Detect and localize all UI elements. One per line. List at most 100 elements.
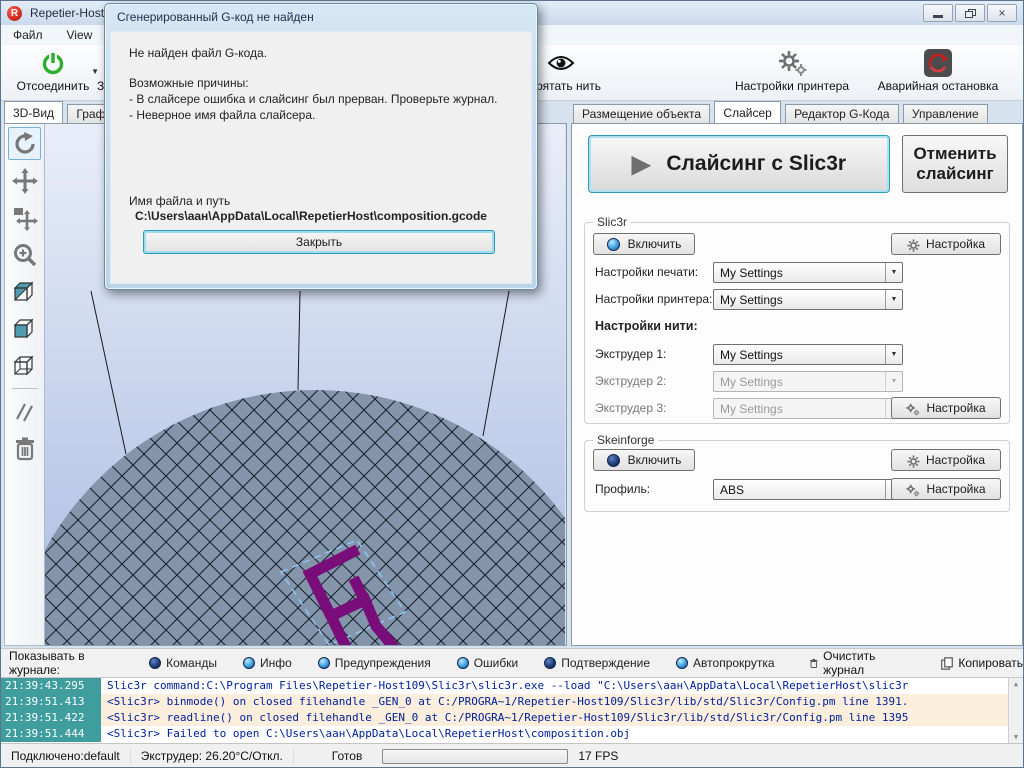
- led-icon: [149, 657, 161, 669]
- right-panel-tabs: Размещение объекта Слайсер Редактор G-Ко…: [573, 101, 989, 123]
- perspective-view-button[interactable]: [8, 349, 41, 382]
- trash-icon: [13, 436, 37, 462]
- cube-wireframe-icon: [11, 352, 39, 380]
- skeinforge-enable-button[interactable]: Включить: [593, 449, 695, 471]
- filter-acknowledge[interactable]: Подтверждение: [544, 656, 650, 670]
- tab-object-placement[interactable]: Размещение объекта: [573, 104, 710, 123]
- slic3r-filament-configure-button[interactable]: Настройка: [891, 397, 1001, 419]
- dialog-file-path: C:\Users\аан\AppData\Local\RepetierHost\…: [135, 209, 519, 223]
- dialog-close-button[interactable]: Закрыть: [143, 230, 495, 254]
- tab-gcode-editor[interactable]: Редактор G-Кода: [785, 104, 898, 123]
- log-message: <Slic3r> Failed to open C:\Users\аан\App…: [101, 726, 1023, 742]
- tool-separator: [12, 388, 38, 389]
- scroll-down-icon[interactable]: ▼: [1009, 733, 1023, 741]
- skeinforge-group: Skeinforge Включить Настройка Профиль: A…: [584, 440, 1010, 512]
- power-icon: [5, 47, 101, 79]
- filament-settings-header: Настройки нити:: [595, 319, 698, 333]
- view-tool-column: [4, 123, 45, 646]
- parallel-projection-button[interactable]: [8, 395, 41, 428]
- restore-button[interactable]: [955, 4, 985, 22]
- filter-commands[interactable]: Команды: [149, 656, 217, 670]
- log-filter-label: Показывать в журнале:: [9, 649, 123, 677]
- printer-state: Готов: [322, 748, 373, 765]
- gear-icon: [907, 239, 920, 252]
- delete-object-button[interactable]: [8, 432, 41, 465]
- skeinforge-profile-configure-button[interactable]: Настройка: [891, 478, 1001, 500]
- copy-log-button[interactable]: Копировать: [941, 656, 1023, 670]
- printer-settings-select[interactable]: My Settings▼: [713, 289, 903, 310]
- print-settings-select[interactable]: My Settings▼: [713, 262, 903, 283]
- log-timestamp: 21:39:51.422: [1, 710, 101, 726]
- log-row: 21:39:51.413 <Slic3r> binmode() on close…: [1, 694, 1023, 710]
- tab-3d-view[interactable]: 3D-Вид: [4, 101, 63, 123]
- extruder3-label: Экструдер 3:: [595, 401, 666, 415]
- zoom-button[interactable]: [8, 238, 41, 271]
- log-timestamp: 21:39:51.413: [1, 694, 101, 710]
- skeinforge-configure-button[interactable]: Настройка: [891, 449, 1001, 471]
- front-view-button[interactable]: [8, 312, 41, 345]
- chevron-down-icon: ▼: [885, 263, 902, 282]
- scroll-up-icon[interactable]: ▲: [1009, 680, 1023, 688]
- gears-icon: [727, 47, 857, 79]
- menu-view[interactable]: View: [55, 25, 105, 45]
- enable-led-icon: [607, 238, 620, 251]
- gears-icon: [906, 403, 920, 416]
- emergency-stop-button[interactable]: Аварийная остановка: [857, 47, 1019, 99]
- move-object-button[interactable]: [8, 201, 41, 234]
- dialog-reason-1: - В слайсере ошибка и слайсинг был прерв…: [129, 92, 519, 106]
- app-logo-icon: R: [7, 6, 22, 21]
- parallel-lines-icon: [12, 399, 38, 425]
- filter-info[interactable]: Инфо: [243, 656, 292, 670]
- magnifier-plus-icon: [12, 242, 38, 268]
- dialog-body: Не найден файл G-кода. Возможные причины…: [110, 31, 532, 284]
- log-message: <Slic3r> binmode() on closed filehandle …: [101, 694, 1023, 710]
- led-icon: [544, 657, 556, 669]
- fps-counter: 17 FPS: [578, 748, 628, 765]
- tab-manual-control[interactable]: Управление: [903, 104, 988, 123]
- slice-with-slic3r-button[interactable]: ▶ Слайсинг с Slic3r: [588, 135, 890, 193]
- close-button[interactable]: ×: [987, 4, 1017, 22]
- copy-icon: [941, 657, 953, 670]
- connection-status: Подключено:default: [1, 748, 131, 765]
- minimize-button[interactable]: [923, 4, 953, 22]
- printer-settings-button[interactable]: Настройки принтера: [727, 47, 857, 99]
- log-message: <Slic3r> readline() on closed filehandle…: [101, 710, 1023, 726]
- move-view-button[interactable]: [8, 164, 41, 197]
- isometric-view-button[interactable]: [8, 275, 41, 308]
- slic3r-configure-button[interactable]: Настройка: [891, 233, 1001, 255]
- extruder1-select[interactable]: My Settings▼: [713, 344, 903, 365]
- extruder-temperature: Экструдер: 26.20°C/Откл.: [131, 748, 294, 765]
- restore-icon: [965, 9, 976, 18]
- rotate-view-button[interactable]: [8, 127, 41, 160]
- log-area: 21:39:43.295 Slic3r command:C:\Program F…: [1, 678, 1023, 743]
- disconnect-button[interactable]: ▼ Отсоединить: [5, 47, 101, 99]
- print-settings-label: Настройки печати:: [595, 265, 698, 279]
- slic3r-enable-button[interactable]: Включить: [593, 233, 695, 255]
- filter-autoscroll[interactable]: Автопрокрутка: [676, 656, 774, 670]
- extruder1-label: Экструдер 1:: [595, 347, 666, 361]
- menu-file[interactable]: Файл: [1, 25, 55, 45]
- clear-log-button[interactable]: Очистить журнал: [809, 649, 908, 677]
- filter-errors[interactable]: Ошибки: [457, 656, 519, 670]
- led-icon: [243, 657, 255, 669]
- log-timestamp: 21:39:43.295: [1, 678, 101, 694]
- cube-isometric-icon: [11, 278, 39, 306]
- cube-front-icon: [11, 315, 39, 343]
- move-object-icon: [12, 205, 38, 231]
- cancel-slicing-button[interactable]: Отменить слайсинг: [902, 135, 1008, 193]
- log-toolbar: Показывать в журнале: Команды Инфо Преду…: [1, 648, 1023, 678]
- tab-slicer[interactable]: Слайсер: [714, 101, 780, 123]
- filter-warnings[interactable]: Предупреждения: [318, 656, 431, 670]
- led-icon: [318, 657, 330, 669]
- extruder2-select: My Settings▼: [713, 371, 903, 392]
- status-bar: Подключено:default Экструдер: 26.20°C/От…: [1, 743, 1023, 768]
- extruder2-label: Экструдер 2:: [595, 374, 666, 388]
- progress-bar: [382, 749, 568, 764]
- profile-select[interactable]: ABS▼: [713, 479, 903, 500]
- dialog-reasons-header: Возможные причины:: [129, 76, 519, 90]
- printer-settings-label: Настройки принтера:: [595, 292, 712, 306]
- log-scrollbar[interactable]: ▲ ▼: [1008, 678, 1023, 743]
- rotate-icon: [12, 131, 38, 157]
- play-icon: ▶: [632, 150, 650, 179]
- skeinforge-group-title: Skeinforge: [593, 433, 658, 447]
